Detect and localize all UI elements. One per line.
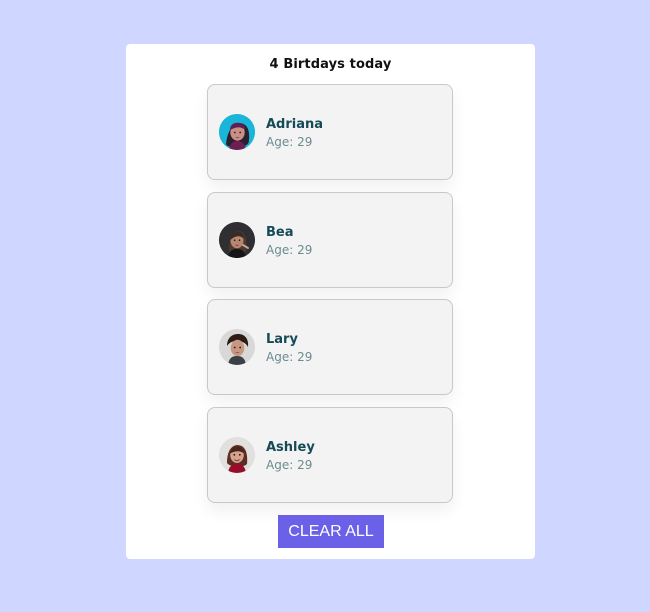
- person-name: Lary: [266, 332, 298, 347]
- person-age: Age: 29: [266, 350, 313, 364]
- birthday-card: Bea Age: 29: [207, 192, 453, 288]
- birthday-card: Ashley Age: 29: [207, 407, 453, 503]
- birthday-panel: 4 Birtdays today Adriana Age: 29 Bea Age…: [126, 44, 535, 559]
- person-name: Adriana: [266, 117, 324, 132]
- person-avatar-icon: [219, 329, 255, 365]
- clear-all-button[interactable]: CLEAR ALL: [278, 515, 384, 548]
- person-age: Age: 29: [266, 243, 313, 257]
- person-avatar-icon: [219, 437, 255, 473]
- birthday-card: Adriana Age: 29: [207, 84, 453, 180]
- page-title: 4 Birtdays today: [269, 57, 392, 72]
- person-age: Age: 29: [266, 458, 313, 472]
- person-avatar-icon: [219, 222, 255, 258]
- person-name: Bea: [266, 225, 294, 240]
- person-name: Ashley: [266, 440, 315, 455]
- person-avatar-icon: [219, 114, 255, 150]
- birthday-card: Lary Age: 29: [207, 299, 453, 395]
- person-age: Age: 29: [266, 135, 313, 149]
